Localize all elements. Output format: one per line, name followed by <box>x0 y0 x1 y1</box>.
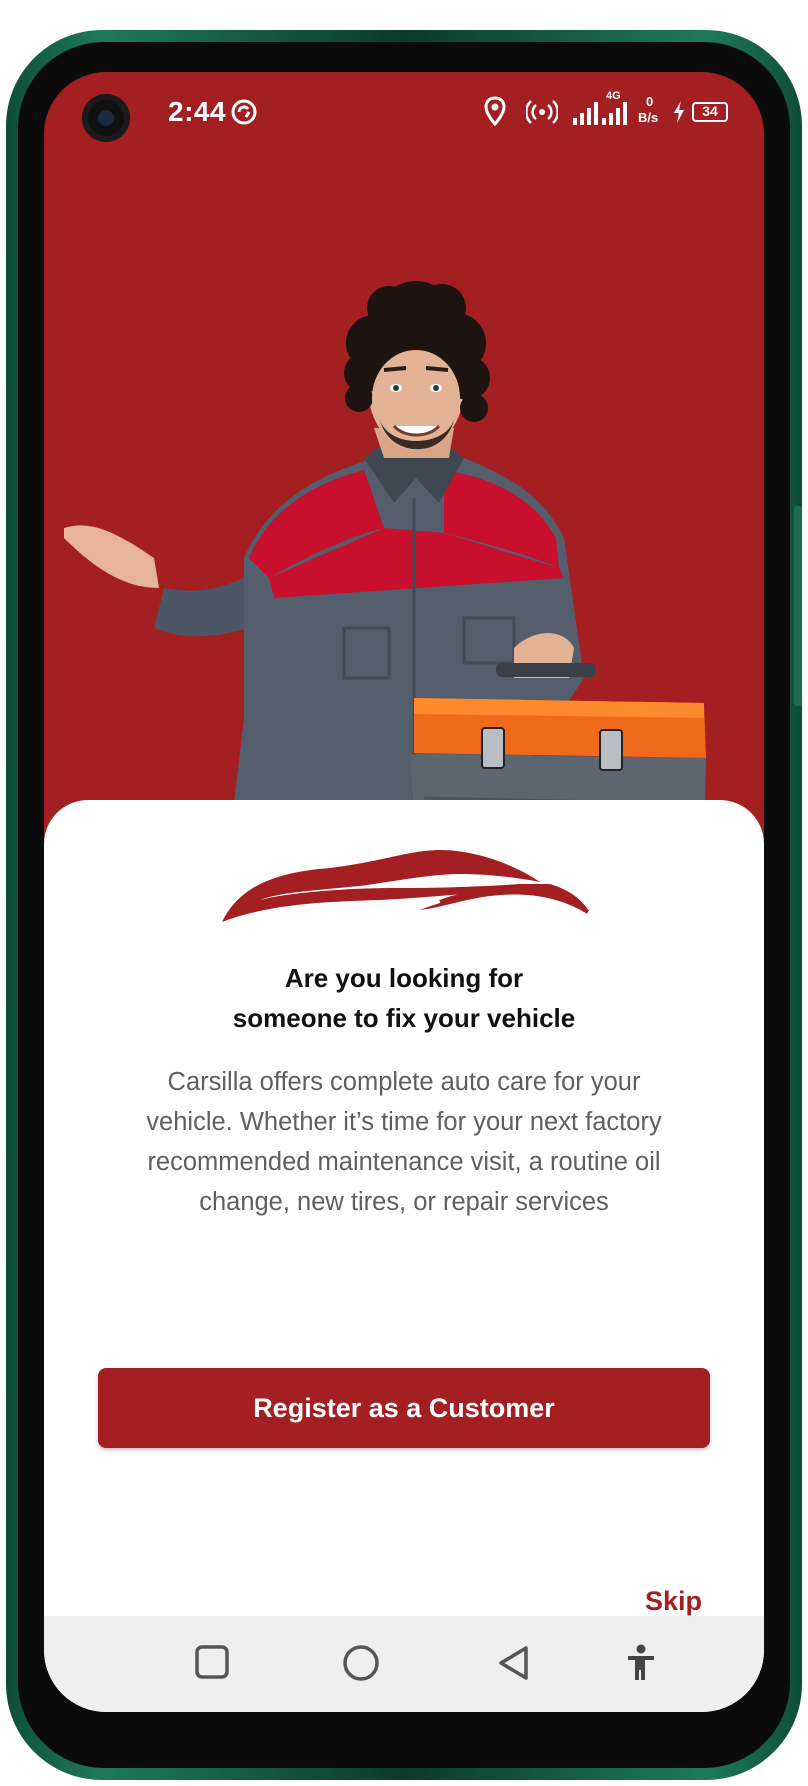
title-line-2: someone to fix your vehicle <box>232 1003 576 1033</box>
car-silhouette-logo <box>222 850 590 922</box>
signal-icon <box>573 102 598 125</box>
onboarding-title: Are you looking for someone to fix your … <box>84 958 724 1038</box>
battery-icon: 34 <box>692 102 728 122</box>
status-bar: 2:44 4G 0 B/s 34 <box>44 72 764 158</box>
data-rate-value: 0 <box>646 94 654 109</box>
title-line-1: Are you looking for <box>284 963 524 993</box>
location-icon <box>484 96 506 126</box>
triangle-back-icon[interactable] <box>496 1644 532 1682</box>
network-type: 4G <box>606 90 621 102</box>
desc-line-1: Carsilla offers complete auto care for y… <box>167 1068 641 1096</box>
accessibility-icon[interactable] <box>626 1644 656 1682</box>
screen: 2:44 4G 0 B/s 34 Are you looking for som… <box>44 72 764 1712</box>
mechanic-hero-image <box>64 281 706 888</box>
side-button <box>794 506 802 706</box>
square-icon[interactable] <box>194 1644 230 1680</box>
desc-line-3: recommended maintenance visit, a routine… <box>147 1148 661 1176</box>
circle-icon[interactable] <box>342 1644 380 1682</box>
hotspot-icon <box>526 100 558 124</box>
sync-icon <box>231 99 257 125</box>
register-customer-button[interactable]: Register as a Customer <box>98 1368 710 1448</box>
desc-line-2: vehicle. Whether it’s time for your next… <box>146 1108 662 1136</box>
onboarding-sheet: Are you looking for someone to fix your … <box>44 800 764 1712</box>
battery-level: 34 <box>702 103 718 119</box>
onboarding-description: Carsilla offers complete auto care for y… <box>94 1062 714 1222</box>
front-camera <box>82 94 130 142</box>
desc-line-4: change, new tires, or repair services <box>199 1188 609 1216</box>
status-time: 2:44 <box>168 96 227 127</box>
system-nav-bar <box>44 1616 764 1712</box>
skip-button[interactable]: Skip <box>645 1586 702 1617</box>
data-rate-unit: B/s <box>638 110 659 125</box>
charging-icon <box>674 101 684 123</box>
